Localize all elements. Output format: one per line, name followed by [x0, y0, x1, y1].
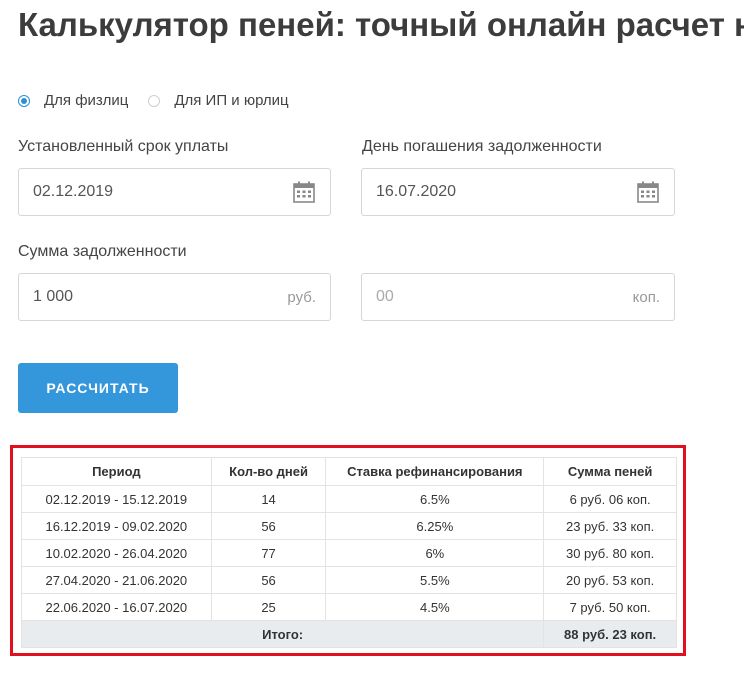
cell-rate: 6.5% [325, 485, 545, 513]
table-row: 16.12.2019 - 09.02.2020 56 6.25% 23 руб.… [21, 512, 677, 540]
cell-rate: 6% [325, 539, 545, 567]
cell-penalty: 7 руб. 50 коп. [543, 593, 677, 621]
column-header-days: Кол-во дней [210, 457, 327, 486]
cell-days: 25 [210, 593, 327, 621]
cell-period: 22.06.2020 - 16.07.2020 [21, 593, 212, 621]
calendar-icon[interactable] [292, 180, 316, 204]
cell-days: 77 [210, 539, 327, 567]
cell-days: 56 [210, 566, 327, 594]
cell-rate: 5.5% [325, 566, 545, 594]
calculate-button[interactable]: РАССЧИТАТЬ [18, 363, 178, 413]
table-row: 10.02.2020 - 26.04.2020 77 6% 30 руб. 80… [21, 539, 677, 567]
radio-individuals[interactable]: Для физлиц [18, 92, 128, 109]
cell-days: 56 [210, 512, 327, 540]
due-date-input[interactable]: 02.12.2019 [18, 168, 331, 216]
payoff-date-value: 16.07.2020 [376, 183, 457, 200]
cell-period: 10.02.2020 - 26.04.2020 [21, 539, 212, 567]
radio-entrepreneurs-label: Для ИП и юрлиц [174, 92, 289, 109]
radio-entrepreneurs-companies[interactable]: Для ИП и юрлиц [148, 92, 289, 109]
cell-rate: 6.25% [325, 512, 545, 540]
table-total-row: Итого: 88 руб. 23 коп. [20, 620, 677, 648]
kop-unit-label: коп. [632, 288, 660, 306]
column-header-rate: Ставка рефинансирования [325, 457, 545, 486]
due-date-value: 02.12.2019 [33, 183, 114, 200]
table-row: 22.06.2020 - 16.07.2020 25 4.5% 7 руб. 5… [21, 593, 677, 621]
table-row: 27.04.2020 - 21.06.2020 56 5.5% 20 руб. … [21, 566, 677, 594]
radio-checked-icon[interactable] [18, 94, 30, 107]
table-header-row: Период Кол-во дней Ставка рефинансирован… [21, 457, 677, 486]
radio-individuals-label: Для физлиц [44, 92, 129, 109]
rub-unit-label: руб. [287, 288, 316, 306]
taxpayer-type-radio-group: Для физлиц Для ИП и юрлиц [18, 92, 309, 109]
amount-kop-value: 00 [376, 288, 394, 305]
amount-label: Сумма задолженности [18, 243, 187, 260]
cell-days: 14 [210, 485, 327, 513]
calendar-icon[interactable] [636, 180, 660, 204]
cell-penalty: 30 руб. 80 коп. [543, 539, 677, 567]
amount-rub-value: 1 000 [33, 288, 74, 305]
cell-penalty: 23 руб. 33 коп. [543, 512, 677, 540]
cell-rate: 4.5% [325, 593, 545, 621]
results-table: Период Кол-во дней Ставка рефинансирован… [20, 457, 677, 648]
total-value: 88 руб. 23 коп. [543, 620, 677, 648]
column-header-period: Период [21, 457, 212, 486]
cell-period: 16.12.2019 - 09.02.2020 [21, 512, 212, 540]
radio-unchecked-icon[interactable] [148, 94, 161, 107]
table-row: 02.12.2019 - 15.12.2019 14 6.5% 6 руб. 0… [21, 485, 677, 513]
page-title: Калькулятор пеней: точный онлайн расчет … [18, 6, 744, 43]
cell-penalty: 20 руб. 53 коп. [543, 566, 677, 594]
cell-penalty: 6 руб. 06 коп. [543, 485, 677, 513]
due-date-label: Установленный срок уплаты [18, 138, 229, 155]
amount-kop-input[interactable]: 00 коп. [361, 273, 675, 321]
amount-rub-input[interactable]: 1 000 руб. [18, 273, 331, 321]
total-label: Итого: [20, 620, 545, 648]
payoff-date-label: День погашения задолженности [362, 138, 602, 155]
cell-period: 27.04.2020 - 21.06.2020 [21, 566, 212, 594]
payoff-date-input[interactable]: 16.07.2020 [361, 168, 675, 216]
cell-period: 02.12.2019 - 15.12.2019 [21, 485, 212, 513]
column-header-penalty: Сумма пеней [543, 457, 677, 486]
